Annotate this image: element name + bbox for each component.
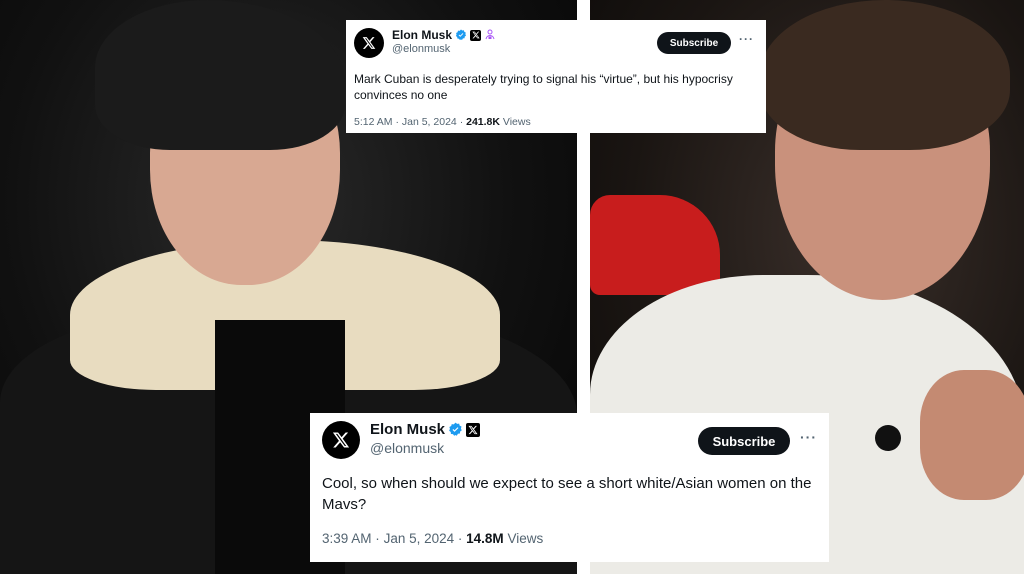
meta-separator: ·	[459, 116, 464, 129]
author-name[interactable]: Elon Musk	[392, 28, 452, 42]
more-options-icon[interactable]: ···	[739, 32, 754, 46]
verified-icon	[455, 29, 467, 41]
subscribe-button[interactable]: Subscribe	[657, 32, 731, 54]
meta-separator: ·	[395, 116, 399, 129]
tweet-meta: 3:39 AM · Jan 5, 2024 · 14.8M Views	[322, 531, 817, 546]
red-chair-shape	[590, 195, 720, 295]
views-count[interactable]: 14.8M	[466, 531, 504, 546]
views-label: Views	[502, 116, 531, 129]
meta-separator: ·	[375, 531, 380, 546]
author-block: Elon Musk @elonmusk	[370, 421, 698, 456]
more-options-icon[interactable]: ···	[800, 429, 817, 445]
hair-shape	[760, 0, 1010, 150]
tweet-card-bottom: Elon Musk @elonmusk Subscribe ··· Cool, …	[310, 413, 829, 562]
tweet-text: Cool, so when should we expect to see a …	[322, 475, 812, 513]
tweet-header: Elon Musk @elonmusk Subscribe ···	[354, 28, 754, 58]
author-handle[interactable]: @elonmusk	[392, 43, 657, 55]
x-badge-icon	[466, 422, 481, 437]
tweet-card-top: Elon Musk @elonmusk Subscribe ··· Mark C…	[346, 20, 766, 133]
author-handle[interactable]: @elonmusk	[370, 440, 698, 456]
tweet-time[interactable]: 5:12 AM	[354, 116, 393, 128]
name-row: Elon Musk	[370, 421, 698, 438]
name-row: Elon Musk	[392, 28, 657, 42]
x-logo-avatar-icon[interactable]	[322, 421, 360, 459]
lapel-mic-shape	[875, 425, 901, 451]
author-name[interactable]: Elon Musk	[370, 421, 445, 438]
hair-shape	[95, 0, 345, 150]
verified-icon	[448, 422, 463, 437]
hands-shape	[920, 370, 1024, 500]
tweet-meta: 5:12 AM · Jan 5, 2024 · 241.8K Views	[354, 116, 754, 128]
tweet-header: Elon Musk @elonmusk Subscribe ···	[322, 421, 817, 459]
views-count[interactable]: 241.8K	[466, 116, 500, 128]
author-block: Elon Musk @elonmusk	[392, 28, 657, 55]
meta-separator: ·	[457, 531, 463, 546]
tweet-text: Mark Cuban is desperately trying to sign…	[354, 72, 733, 103]
subscribe-button[interactable]: Subscribe	[698, 427, 790, 455]
tweet-date[interactable]: Jan 5, 2024	[402, 116, 457, 128]
views-label: Views	[507, 531, 544, 546]
tweet-date[interactable]: Jan 5, 2024	[384, 531, 455, 546]
affiliate-icon	[484, 29, 496, 41]
x-logo-avatar-icon[interactable]	[354, 28, 384, 58]
x-badge-icon	[470, 29, 482, 41]
tweet-time[interactable]: 3:39 AM	[322, 531, 372, 546]
